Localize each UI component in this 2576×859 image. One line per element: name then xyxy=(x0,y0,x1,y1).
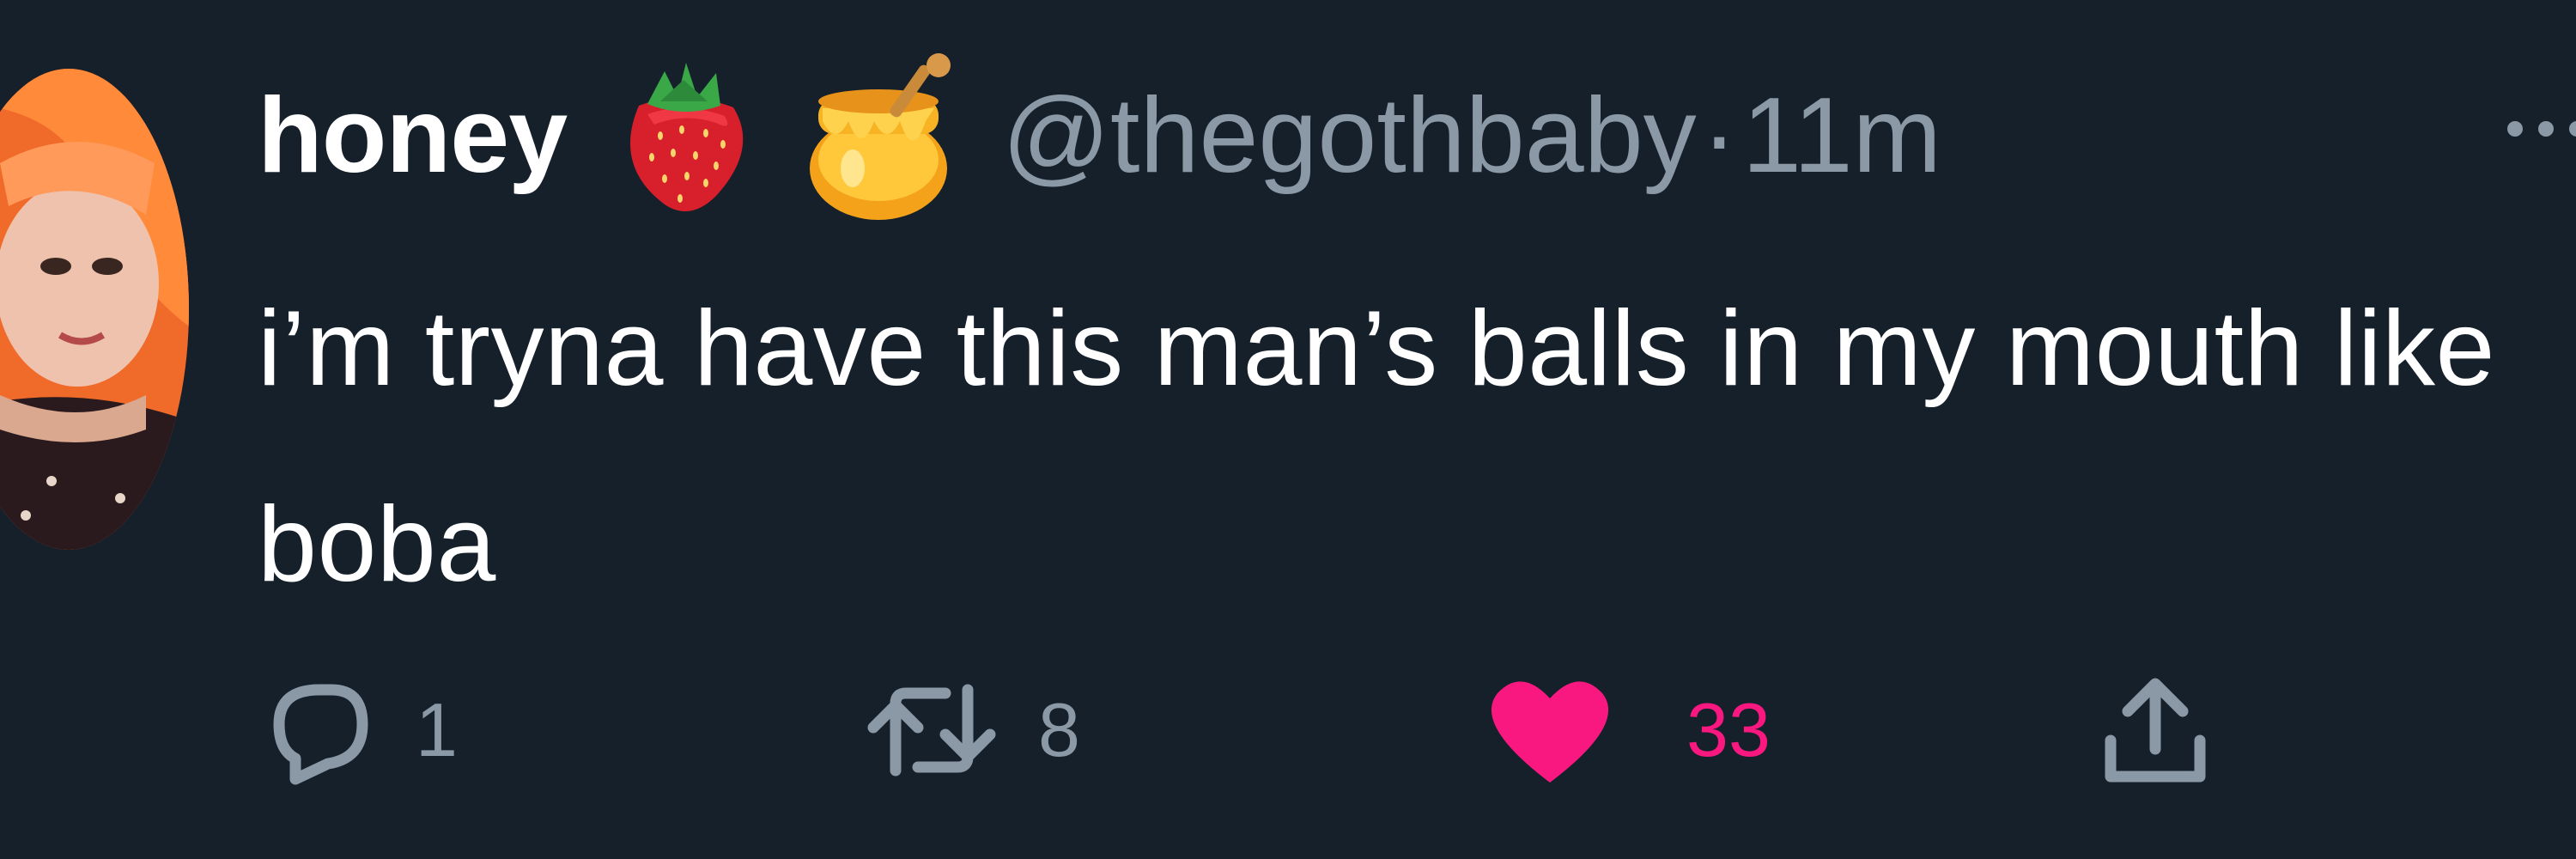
more-dots-icon xyxy=(2538,121,2554,137)
avatar[interactable] xyxy=(0,69,189,550)
tweet-header: honey @thegothbaby · 11m xyxy=(258,52,1941,220)
tweet-text: i’m tryna have this man’s balls in my mo… xyxy=(258,289,2496,604)
share-icon xyxy=(2105,678,2206,783)
retweet-icon xyxy=(867,684,996,777)
more-dots-icon xyxy=(2507,121,2523,137)
like-count: 33 xyxy=(1686,687,1771,772)
user-handle[interactable]: @thegothbaby xyxy=(1002,75,1696,197)
like-button[interactable]: 33 xyxy=(1485,670,1771,790)
retweet-button[interactable]: 8 xyxy=(863,670,1080,790)
strawberry-emoji xyxy=(613,54,755,217)
reply-button[interactable]: 1 xyxy=(258,670,458,790)
reply-count: 1 xyxy=(416,687,458,772)
tweet-time[interactable]: 11m xyxy=(1742,75,1941,197)
retweet-count: 8 xyxy=(1038,687,1080,772)
heart-icon xyxy=(1491,680,1609,783)
tweet-actions: 1 8 33 xyxy=(258,670,2318,790)
share-button[interactable] xyxy=(2095,670,2215,790)
honey-pot-emoji xyxy=(801,48,964,224)
more-dots-icon xyxy=(2569,121,2576,137)
reply-icon xyxy=(273,684,368,785)
avatar-photo xyxy=(0,69,189,550)
header-separator: · xyxy=(1701,76,1737,195)
display-name[interactable]: honey xyxy=(258,75,568,197)
more-options-button[interactable] xyxy=(2507,103,2576,155)
